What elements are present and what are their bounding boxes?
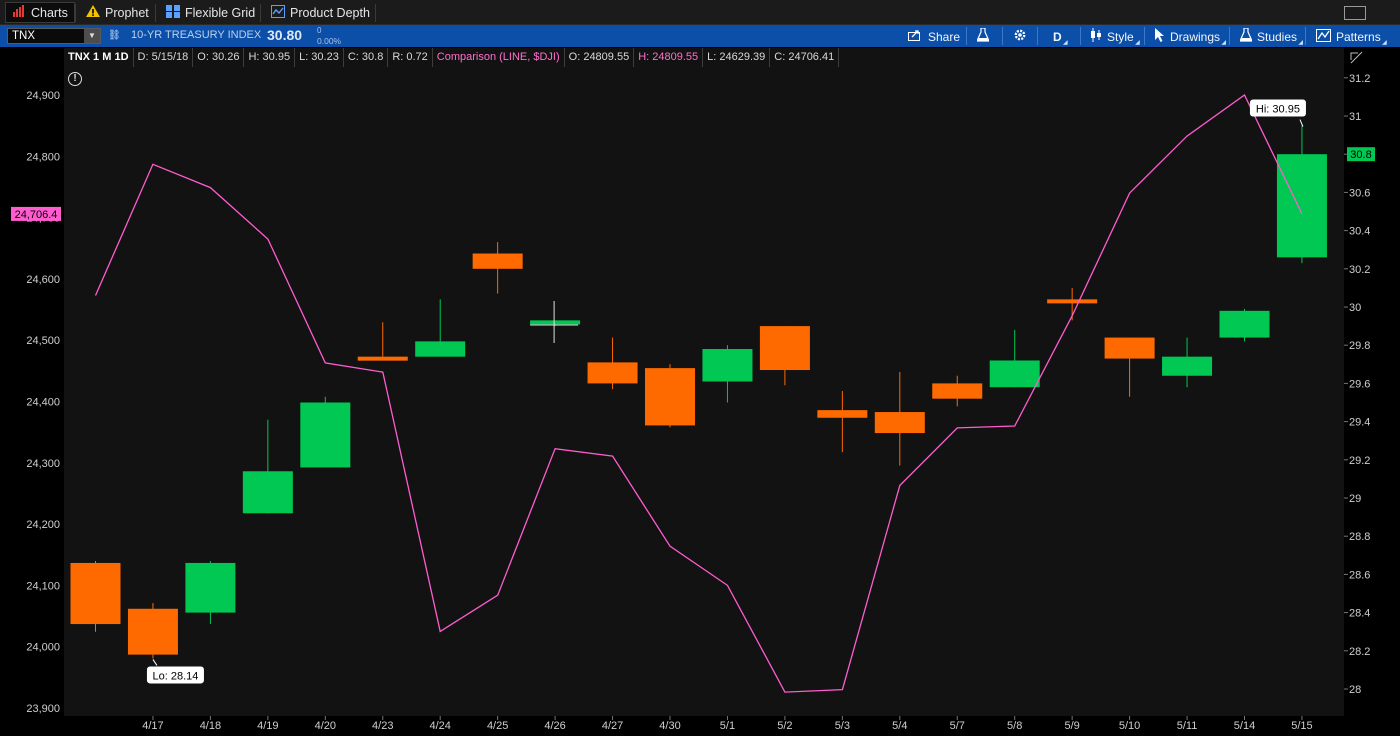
candle-body <box>472 253 523 269</box>
time-axis-tick-label: 5/7 <box>950 720 965 732</box>
right-axis-tick-label: 30 <box>1349 302 1361 314</box>
right-axis-tick-label: 29 <box>1349 493 1361 505</box>
time-axis-tick-label: 5/11 <box>1177 720 1198 732</box>
hi-label: Hi: 30.95 <box>1256 104 1300 116</box>
candle-body <box>1047 299 1098 304</box>
candle-body <box>127 608 178 655</box>
left-axis-tick-label: 24,200 <box>26 519 60 531</box>
candle-body <box>185 562 236 613</box>
time-axis-tick-label: 5/3 <box>835 720 850 732</box>
left-axis-tick-label: 24,500 <box>26 335 60 347</box>
time-axis-tick-label: 4/30 <box>659 720 680 732</box>
time-axis-tick-label: 4/18 <box>200 720 221 732</box>
right-axis-tick-label: 28.2 <box>1349 646 1370 658</box>
time-axis-tick-label: 4/26 <box>544 720 565 732</box>
hi-label-pointer <box>1299 119 1304 127</box>
right-axis-tick-label: 28 <box>1349 684 1361 696</box>
expand-icon-diagonal <box>1350 51 1363 64</box>
candle-body <box>1276 154 1327 258</box>
candle-body <box>759 326 810 371</box>
right-axis-tick-label: 28.4 <box>1349 608 1370 620</box>
left-axis-tick-label: 24,400 <box>26 397 60 409</box>
comparison-last-badge-label: 24,706.4 <box>15 209 58 221</box>
time-axis-tick-label: 4/23 <box>372 720 393 732</box>
candle-body <box>1162 356 1213 376</box>
right-axis-tick-label: 28.6 <box>1349 569 1370 581</box>
candle-body <box>530 320 581 325</box>
time-axis-tick-label: 5/10 <box>1119 720 1140 732</box>
time-axis-tick-label: 5/14 <box>1234 720 1255 732</box>
candlestick-chart: 28 28.2 28.4 28.6 28.8 29 29.2 29.4 29.6 29.8 30 30… <box>11 51 1375 732</box>
time-axis-tick-label: 5/2 <box>777 720 792 732</box>
right-axis-tick-label: 31.2 <box>1349 73 1370 85</box>
time-axis-tick-label: 4/17 <box>142 720 163 732</box>
right-axis-tick-label: 29.6 <box>1349 378 1370 390</box>
candle-body <box>242 471 293 514</box>
left-axis-tick-label: 24,300 <box>26 458 60 470</box>
left-axis-tick-label: 23,900 <box>26 703 60 715</box>
last-price-badge-label: 30.8 <box>1350 149 1371 161</box>
candle-body <box>702 349 753 382</box>
comparison-line <box>94 94 1303 693</box>
candle-body <box>415 341 466 357</box>
left-axis-tick-label: 24,900 <box>26 90 60 102</box>
candle-body <box>300 402 351 468</box>
candle-body <box>587 362 638 384</box>
right-axis-tick-label: 29.4 <box>1349 417 1370 429</box>
time-axis-tick-label: 5/9 <box>1065 720 1080 732</box>
time-axis-tick-label: 5/1 <box>720 720 735 732</box>
time-axis-tick-label: 4/27 <box>602 720 623 732</box>
left-axis-tick-label: 24,000 <box>26 642 60 654</box>
right-axis-tick-label: 30.4 <box>1349 226 1370 238</box>
candle-body <box>989 360 1040 388</box>
left-axis-tick-label: 24,600 <box>26 274 60 286</box>
right-axis-tick-label: 29.2 <box>1349 455 1370 467</box>
left-axis-tick-label: 24,100 <box>26 580 60 592</box>
time-axis-tick-label: 5/15 <box>1291 720 1312 732</box>
time-axis-tick-label: 4/20 <box>315 720 336 732</box>
lo-label-pointer <box>152 659 158 666</box>
right-axis-tick-label: 31 <box>1349 111 1361 123</box>
right-axis-tick-label: 29.8 <box>1349 340 1370 352</box>
candle-body <box>70 562 121 625</box>
right-axis-tick-label: 28.8 <box>1349 531 1370 543</box>
candle-body <box>645 368 695 426</box>
time-axis-tick-label: 4/19 <box>257 720 278 732</box>
time-axis-tick-label: 5/8 <box>1007 720 1022 732</box>
candle-body <box>357 356 408 361</box>
candle-body <box>1104 337 1155 359</box>
right-axis-tick-label: 30.6 <box>1349 187 1370 199</box>
candle-body <box>817 410 868 418</box>
candle-body <box>932 383 983 399</box>
time-axis-tick-label: 5/4 <box>892 720 907 732</box>
right-axis-tick-label: 30.2 <box>1349 264 1370 276</box>
left-axis-tick-label: 24,800 <box>26 151 60 163</box>
time-axis-tick-label: 4/25 <box>487 720 508 732</box>
candle-body <box>874 412 925 434</box>
candle-body <box>1219 310 1270 338</box>
lo-label: Lo: 28.14 <box>153 670 199 682</box>
time-axis-tick-label: 4/24 <box>429 720 450 732</box>
